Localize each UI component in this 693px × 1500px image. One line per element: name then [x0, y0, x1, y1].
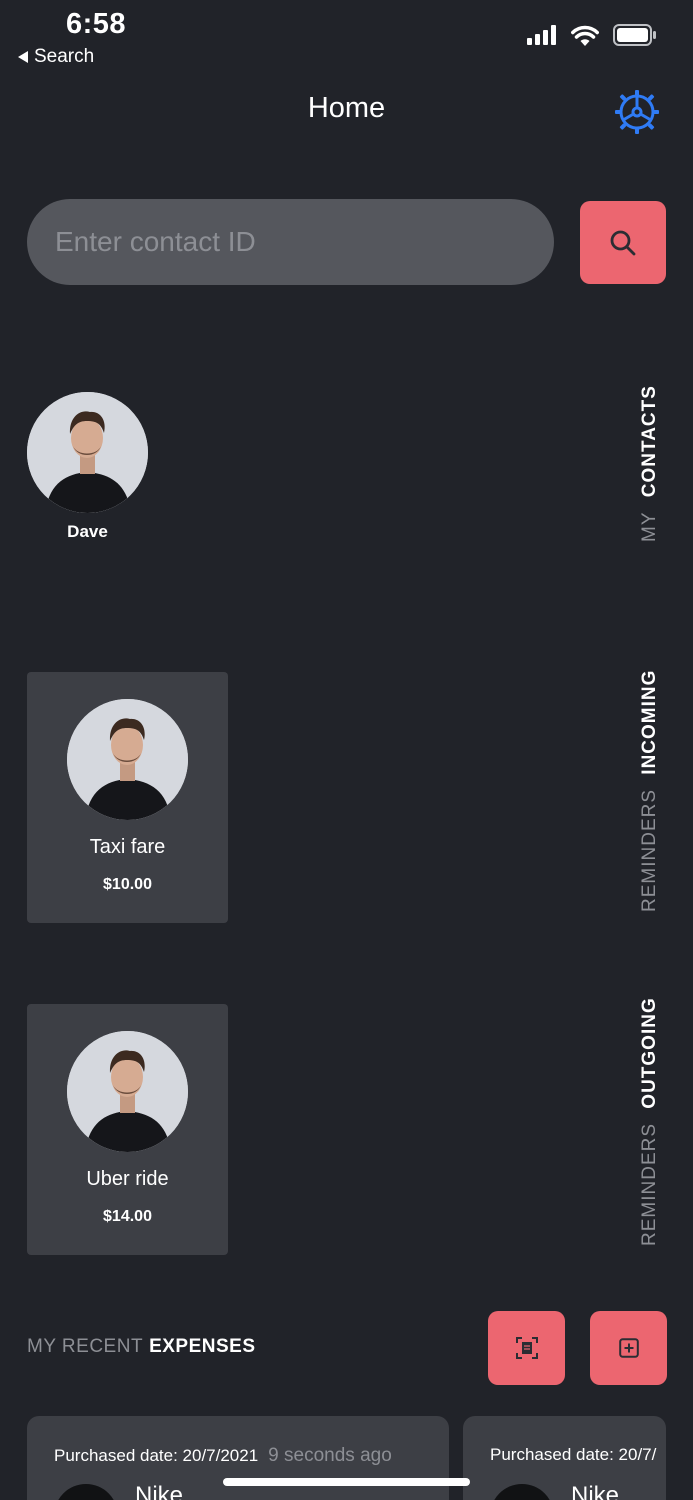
reminder-title: Taxi fare [89, 836, 166, 858]
section-label-my-contacts: MY CONTACTS [639, 385, 661, 543]
merchant-logo [490, 1484, 554, 1500]
search-icon [610, 230, 636, 255]
expense-time-ago: 9 seconds ago [268, 1445, 392, 1466]
merchant-name: Nike [135, 1482, 184, 1500]
home-screen: 6:58 Search Home Enter contact ID Dave M… [0, 0, 693, 1500]
expense-date-row: Purchased date: 20/7/2021 9 seconds ago [54, 1445, 392, 1467]
back-label: Search [34, 46, 95, 67]
signal-icon [527, 25, 556, 45]
status-time: 6:58 [66, 8, 127, 40]
section-label-prefix: REMINDERS [639, 1122, 660, 1246]
section-label-main: EXPENSES [149, 1336, 256, 1357]
reminder-amount: $14.00 [103, 1208, 152, 1225]
scan-receipt-button[interactable] [488, 1311, 565, 1385]
reminder-avatar [67, 699, 188, 820]
expense-card[interactable]: Purchased date: 20/7/2021 9 seconds ago N… [27, 1416, 449, 1500]
outgoing-reminder-card[interactable]: Uber ride $14.00 [27, 1004, 228, 1255]
add-icon [618, 1338, 639, 1358]
contact-id-input[interactable] [27, 199, 554, 285]
section-label-main: INCOMING [639, 669, 660, 775]
add-expense-button[interactable] [590, 1311, 667, 1385]
reminder-title: Uber ride [86, 1168, 169, 1190]
settings-button[interactable] [614, 89, 660, 135]
reminder-amount: $10.00 [103, 876, 152, 893]
expense-date-row: Purchased date: 20/7/ [490, 1445, 656, 1465]
status-icons [527, 24, 657, 46]
contact-avatar [27, 392, 148, 513]
section-label-main: CONTACTS [639, 385, 660, 498]
section-label-main: OUTGOING [639, 997, 660, 1109]
scan-receipt-icon [515, 1337, 538, 1359]
reminder-avatar [67, 1031, 188, 1152]
contact-name: Dave [67, 522, 108, 541]
settings-icon [615, 90, 659, 134]
section-label-incoming-reminders: REMINDERS INCOMING [639, 670, 661, 912]
incoming-reminder-card[interactable]: Taxi fare $10.00 [27, 672, 228, 923]
section-label-prefix: REMINDERS [639, 788, 660, 912]
expense-card[interactable]: Purchased date: 20/7/ Nike [463, 1416, 666, 1500]
back-arrow-icon [18, 51, 28, 63]
merchant-logo [54, 1484, 118, 1500]
battery-icon [613, 24, 656, 46]
contact-item[interactable]: Dave [27, 392, 148, 542]
purchased-date: Purchased date: 20/7/2021 [54, 1446, 259, 1465]
search-button[interactable] [580, 201, 666, 284]
section-label-recent-expenses: MY RECENT EXPENSES [27, 1336, 256, 1358]
back-to-search-link[interactable]: Search [18, 46, 94, 68]
section-label-prefix: MY RECENT [27, 1336, 144, 1357]
home-indicator[interactable] [223, 1478, 470, 1486]
merchant-name: Nike [571, 1482, 620, 1500]
wifi-icon [571, 25, 599, 46]
purchased-date: Purchased date: 20/7/ [490, 1445, 657, 1464]
page-title: Home [307, 92, 386, 124]
section-label-outgoing-reminders: REMINDERS OUTGOING [639, 997, 661, 1246]
section-label-prefix: MY [639, 511, 660, 543]
